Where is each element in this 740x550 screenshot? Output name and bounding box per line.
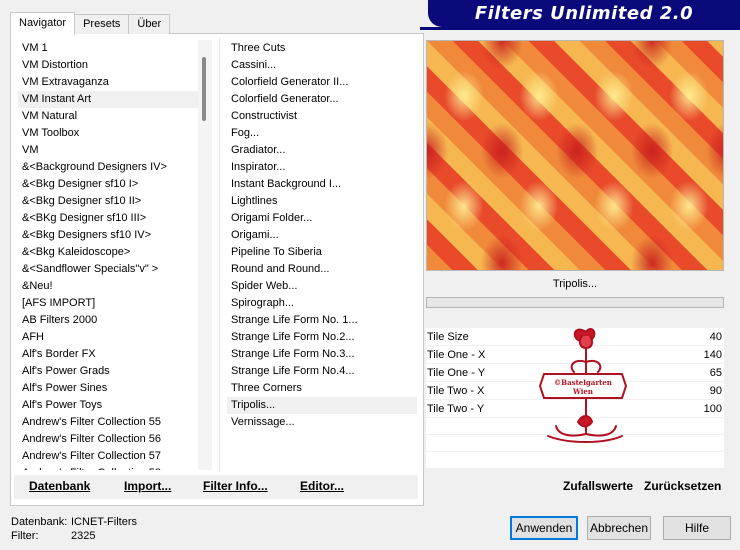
import-link[interactable]: Import...	[124, 479, 171, 493]
category-item[interactable]: &<BKg Designer sf10 III>	[18, 210, 198, 227]
list-divider	[219, 38, 220, 472]
tab-navigator[interactable]: Navigator	[10, 12, 76, 35]
category-item[interactable]: Andrew's Filter Collection 56	[18, 431, 198, 448]
category-item[interactable]: Alf's Power Sines	[18, 380, 198, 397]
category-item[interactable]: &<Bkg Designers sf10 IV>	[18, 227, 198, 244]
filter-preview-image	[426, 40, 724, 271]
filter-item[interactable]: Cassini...	[227, 57, 417, 74]
category-item[interactable]: &<Bkg Designer sf10 II>	[18, 193, 198, 210]
database-link[interactable]: Datenbank	[29, 479, 90, 493]
filter-item[interactable]: Colorfield Generator II...	[227, 74, 417, 91]
category-item[interactable]: Andrew's Filter Collection 55	[18, 414, 198, 431]
filter-item[interactable]: Strange Life Form No.3...	[227, 346, 417, 363]
filter-item[interactable]: Strange Life Form No.2...	[227, 329, 417, 346]
category-item[interactable]: Alf's Power Grads	[18, 363, 198, 380]
category-item[interactable]: VM Distortion	[18, 57, 198, 74]
category-item[interactable]: VM 1	[18, 40, 198, 57]
category-item[interactable]: Andrew's Filter Collection 57	[18, 448, 198, 465]
banner-underline	[420, 27, 740, 30]
database-value: ICNET-Filters	[71, 516, 137, 528]
filter-item[interactable]: Gradiator...	[227, 142, 417, 159]
category-item[interactable]: VM Natural	[18, 108, 198, 125]
filter-item[interactable]: Tripolis...	[227, 397, 417, 414]
category-item[interactable]: &<Bkg Designer sf10 I>	[18, 176, 198, 193]
filter-item[interactable]: Strange Life Form No.4...	[227, 363, 417, 380]
cancel-button[interactable]: Abbrechen	[587, 516, 651, 540]
app-title-banner: Filters Unlimited 2.0	[428, 0, 740, 27]
filter-item[interactable]: Origami Folder...	[227, 210, 417, 227]
filter-item[interactable]: Fog...	[227, 125, 417, 142]
filter-item[interactable]: Constructivist	[227, 108, 417, 125]
preview-filter-name: Tripolis...	[552, 278, 598, 290]
category-item[interactable]: &<Sandflower Specials"v" >	[18, 261, 198, 278]
filter-item[interactable]: Strange Life Form No. 1...	[227, 312, 417, 329]
category-item[interactable]: VM Toolbox	[18, 125, 198, 142]
parameter-value[interactable]: 40	[710, 328, 722, 346]
filter-item[interactable]: Lightlines	[227, 193, 417, 210]
tab-bar: Navigator Presets Über	[10, 12, 171, 35]
category-item[interactable]: &Neu!	[18, 278, 198, 295]
category-item[interactable]: &<Bkg Kaleidoscope>	[18, 244, 198, 261]
category-item[interactable]: &<Background Designers IV>	[18, 159, 198, 176]
category-item[interactable]: Alf's Power Toys	[18, 397, 198, 414]
parameter-value[interactable]: 90	[710, 382, 722, 400]
editor-link[interactable]: Editor...	[300, 479, 344, 493]
category-item[interactable]: VM Instant Art	[18, 91, 198, 108]
filter-item[interactable]: Instant Background I...	[227, 176, 417, 193]
parameter-label: Tile Two - X	[427, 385, 485, 397]
category-list[interactable]: VM 1 VM Distortion VM Extravaganza VM Insta…	[18, 40, 198, 470]
apply-button[interactable]: Anwenden	[510, 516, 578, 540]
stamp-line-2: Wien	[572, 387, 593, 396]
parameter-label: Tile Size	[427, 331, 469, 343]
filter-item[interactable]: Spider Web...	[227, 278, 417, 295]
reset-link[interactable]: Zurücksetzen	[644, 479, 721, 493]
stamp-line-1: ©Bastelgarten	[554, 378, 612, 387]
category-scrollbar-thumb[interactable]	[202, 57, 206, 121]
empty-parameter-row	[426, 452, 724, 469]
parameter-value[interactable]: 100	[704, 400, 722, 418]
parameter-label: Tile One - X	[427, 349, 486, 361]
parameter-value[interactable]: 65	[710, 364, 722, 382]
category-item[interactable]: VM Extravaganza	[18, 74, 198, 91]
category-item[interactable]: Alf's Border FX	[18, 346, 198, 363]
category-item[interactable]: AFH	[18, 329, 198, 346]
watermark-stamp: ©Bastelgarten Wien	[538, 328, 628, 443]
parameter-label: Tile One - Y	[427, 367, 486, 379]
filter-item[interactable]: Colorfield Generator...	[227, 91, 417, 108]
filter-count-value: 2325	[71, 530, 96, 542]
parameter-value[interactable]: 140	[704, 346, 722, 364]
filter-item[interactable]: Three Corners	[227, 380, 417, 397]
filter-item[interactable]: Three Cuts	[227, 40, 417, 57]
preview-progress-bar	[426, 297, 724, 308]
filter-info-link[interactable]: Filter Info...	[203, 479, 268, 493]
tab-presets[interactable]: Presets	[74, 14, 130, 34]
filter-item[interactable]: Pipeline To Siberia	[227, 244, 417, 261]
category-item[interactable]: VM	[18, 142, 198, 159]
filter-count-label: Filter:	[11, 530, 39, 542]
category-item[interactable]: [AFS IMPORT]	[18, 295, 198, 312]
filter-item[interactable]: Inspirator...	[227, 159, 417, 176]
category-item[interactable]: Andrew's Filter Collection 58	[18, 465, 198, 470]
help-button[interactable]: Hilfe	[663, 516, 731, 540]
random-values-link[interactable]: Zufallswerte	[563, 479, 633, 493]
category-item[interactable]: AB Filters 2000	[18, 312, 198, 329]
database-label: Datenbank:	[11, 516, 68, 528]
filter-item[interactable]: Origami...	[227, 227, 417, 244]
tab-ueber[interactable]: Über	[128, 14, 171, 34]
filter-item[interactable]: Vernissage...	[227, 414, 417, 431]
filter-item[interactable]: Spirograph...	[227, 295, 417, 312]
filter-item[interactable]: Round and Round...	[227, 261, 417, 278]
parameter-label: Tile Two - Y	[427, 403, 485, 415]
filter-list[interactable]: Three Cuts Cassini... Colorfield Generator…	[227, 40, 417, 470]
